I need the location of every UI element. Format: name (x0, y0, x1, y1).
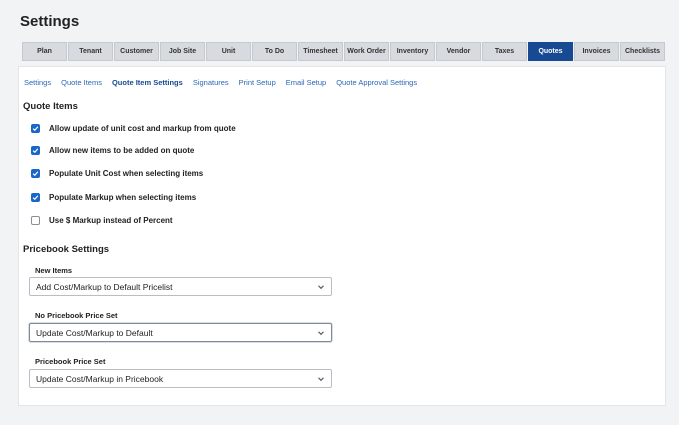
new-items-select[interactable]: Add Cost/Markup to Default Pricelist (29, 277, 332, 296)
pricebook-settings-heading: Pricebook Settings (23, 244, 110, 255)
settings-tabs: Plan Tenant Customer Job Site Unit To Do… (22, 42, 666, 61)
tab-taxes[interactable]: Taxes (482, 42, 527, 61)
quote-items-heading: Quote Items (23, 101, 78, 112)
select-value: Update Cost/Markup to Default (36, 327, 153, 338)
option-label: Use $ Markup instead of Percent (49, 215, 173, 225)
tab-vendor[interactable]: Vendor (436, 42, 481, 61)
settings-panel: Settings Quote Items Quote Item Settings… (18, 66, 666, 406)
option-allow-update-unit-cost[interactable]: Allow update of unit cost and markup fro… (31, 122, 236, 134)
option-label: Populate Markup when selecting items (49, 192, 197, 202)
checkbox[interactable] (31, 215, 40, 225)
tab-plan[interactable]: Plan (22, 42, 67, 61)
checkmark-icon (32, 170, 39, 176)
option-label: Populate Unit Cost when selecting items (49, 168, 204, 178)
new-items-label: New Items (35, 266, 73, 275)
checkbox[interactable] (31, 168, 40, 178)
checkmark-icon (32, 125, 39, 131)
subnav-quote-item-settings[interactable]: Quote Item Settings (112, 78, 183, 87)
subnav-settings[interactable]: Settings (24, 78, 51, 87)
checkmark-icon (32, 194, 39, 200)
chevron-down-icon (318, 285, 324, 290)
select-value: Update Cost/Markup in Pricebook (36, 373, 164, 384)
tab-customer[interactable]: Customer (114, 42, 159, 61)
tab-to-do[interactable]: To Do (252, 42, 297, 61)
chevron-down-icon (318, 377, 324, 382)
subnav-email-setup[interactable]: Email Setup (286, 78, 326, 87)
checkbox[interactable] (31, 123, 40, 133)
subnav-quote-approval-settings[interactable]: Quote Approval Settings (336, 78, 417, 87)
checkmark-icon (32, 147, 39, 153)
option-label: Allow update of unit cost and markup fro… (49, 123, 236, 133)
tab-tenant[interactable]: Tenant (68, 42, 113, 61)
option-label: Allow new items to be added on quote (49, 145, 195, 155)
tab-timesheet[interactable]: Timesheet (298, 42, 343, 61)
pricebook-price-set-label: Pricebook Price Set (35, 357, 106, 366)
select-value: Add Cost/Markup to Default Pricelist (36, 281, 173, 292)
subnav-quote-items[interactable]: Quote Items (61, 78, 102, 87)
tab-inventory[interactable]: Inventory (390, 42, 435, 61)
checkbox[interactable] (31, 192, 40, 202)
tab-quotes[interactable]: Quotes (528, 42, 573, 61)
tab-work-order[interactable]: Work Order (344, 42, 389, 61)
tab-checklists[interactable]: Checklists (620, 42, 665, 61)
tab-unit[interactable]: Unit (206, 42, 251, 61)
subnav-print-setup[interactable]: Print Setup (239, 78, 276, 87)
sub-navigation: Settings Quote Items Quote Item Settings… (24, 78, 427, 87)
no-pricebook-price-set-label: No Pricebook Price Set (35, 311, 118, 320)
option-populate-unit-cost[interactable]: Populate Unit Cost when selecting items (31, 167, 203, 179)
chevron-down-icon (318, 331, 324, 336)
tab-job-site[interactable]: Job Site (160, 42, 205, 61)
option-populate-markup[interactable]: Populate Markup when selecting items (31, 191, 196, 203)
subnav-signatures[interactable]: Signatures (193, 78, 229, 87)
option-dollar-markup[interactable]: Use $ Markup instead of Percent (31, 214, 173, 226)
no-pricebook-price-set-select[interactable]: Update Cost/Markup to Default (29, 323, 332, 342)
page-title: Settings (20, 13, 80, 30)
tab-invoices[interactable]: Invoices (574, 42, 619, 61)
pricebook-price-set-select[interactable]: Update Cost/Markup in Pricebook (29, 369, 332, 388)
checkbox[interactable] (31, 145, 40, 155)
option-allow-new-items[interactable]: Allow new items to be added on quote (31, 144, 194, 156)
